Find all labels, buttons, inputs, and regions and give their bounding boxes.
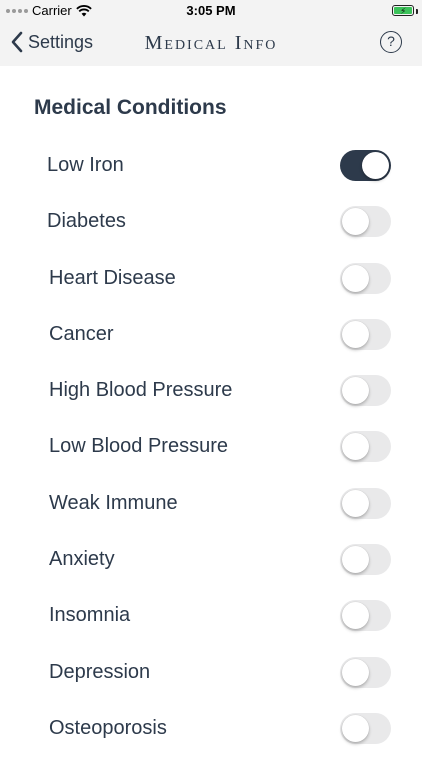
condition-row-heart-disease: Heart Disease <box>0 251 422 307</box>
condition-row-osteoporosis: Osteoporosis <box>0 701 422 757</box>
condition-row-cancer: Cancer <box>0 307 422 363</box>
condition-label: Low Blood Pressure <box>49 435 228 458</box>
toggle-knob <box>342 714 369 742</box>
toggle-knob <box>342 546 369 574</box>
toggle-knob <box>362 152 389 179</box>
conditions-list: Low Iron Diabetes Heart Disease Cancer H… <box>0 138 422 757</box>
toggle-diabetes[interactable] <box>340 206 391 238</box>
help-icon[interactable]: ? <box>380 31 402 53</box>
condition-label: Heart Disease <box>49 266 176 289</box>
condition-row-low-iron: Low Iron <box>0 138 422 194</box>
condition-row-insomnia: Insomnia <box>0 588 422 644</box>
condition-label: Depression <box>49 660 151 683</box>
toggle-knob <box>342 658 369 686</box>
toggle-cancer[interactable] <box>340 318 391 350</box>
condition-row-weak-immune: Weak Immune <box>0 476 422 532</box>
condition-row-anxiety: Anxiety <box>0 532 422 588</box>
battery-icon: ⚡ <box>392 5 414 16</box>
condition-label: Diabetes <box>47 210 126 233</box>
toggle-knob <box>342 320 369 348</box>
toggle-weak-immune[interactable] <box>340 487 391 519</box>
condition-row-diabetes: Diabetes <box>0 194 422 250</box>
toggle-insomnia[interactable] <box>340 600 391 632</box>
condition-row-high-blood-pressure: High Blood Pressure <box>0 363 422 419</box>
toggle-knob <box>342 264 369 292</box>
condition-row-depression: Depression <box>0 645 422 701</box>
toggle-high-blood-pressure[interactable] <box>340 375 391 407</box>
status-bar: Carrier 3:05 PM ⚡ <box>0 0 422 22</box>
navigation-bar: Settings Medical Info ? <box>0 22 422 66</box>
toggle-knob <box>342 602 369 630</box>
toggle-anxiety[interactable] <box>340 544 391 576</box>
toggle-osteoporosis[interactable] <box>340 712 391 744</box>
section-title: Medical Conditions <box>34 96 227 119</box>
page-title: Medical Info <box>144 32 278 54</box>
toggle-low-iron[interactable] <box>340 150 391 181</box>
condition-label: Osteoporosis <box>49 716 167 739</box>
condition-label: Low Iron <box>47 154 124 176</box>
toggle-depression[interactable] <box>340 656 391 688</box>
condition-label: High Blood Pressure <box>49 379 233 402</box>
toggle-knob <box>342 489 369 517</box>
toggle-low-blood-pressure[interactable] <box>340 431 391 463</box>
condition-label: Weak Immune <box>49 491 178 514</box>
condition-label: Insomnia <box>49 604 131 627</box>
battery-cap <box>416 9 418 14</box>
charging-bolt-icon: ⚡ <box>400 6 407 16</box>
status-time: 3:05 PM <box>186 3 236 18</box>
toggle-knob <box>342 208 369 236</box>
condition-label: Anxiety <box>49 548 115 571</box>
condition-label: Cancer <box>49 322 114 345</box>
toggle-knob <box>342 377 369 405</box>
toggle-heart-disease[interactable] <box>340 262 391 294</box>
condition-row-low-blood-pressure: Low Blood Pressure <box>0 419 422 475</box>
toggle-knob <box>342 433 369 461</box>
